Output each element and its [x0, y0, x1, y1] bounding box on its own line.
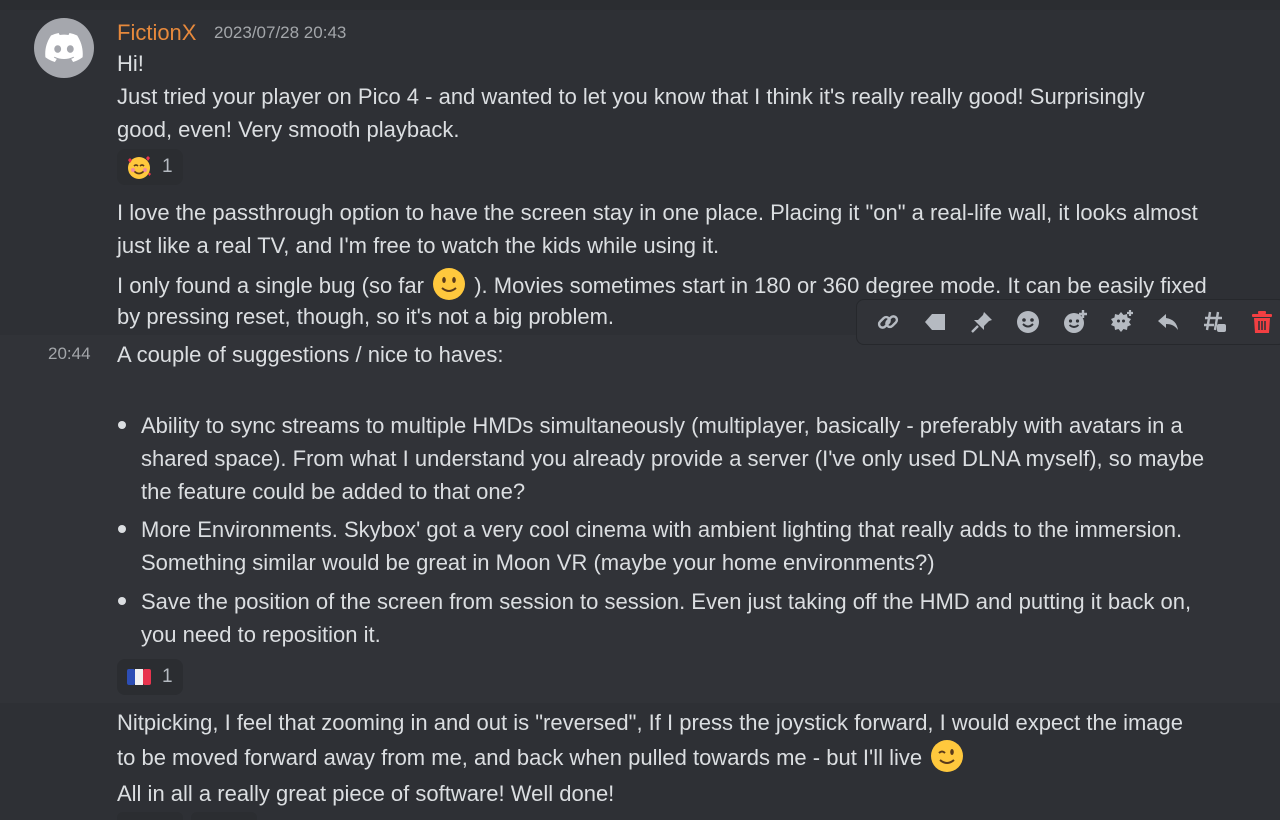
reaction-count: 1 — [162, 156, 173, 177]
list-item-line: the feature could be added to that one? — [141, 479, 526, 504]
link-icon — [878, 315, 899, 329]
user-avatar[interactable] — [34, 18, 94, 78]
list-item-line: shared space). From what I understand yo… — [141, 446, 1205, 471]
message-text: to be moved forward away from me, and ba… — [117, 745, 923, 770]
slightly-smiling-face-emoji — [433, 268, 466, 300]
list-item-line: Something similar would be great in Moon… — [141, 550, 935, 575]
emoji-icon — [1017, 311, 1040, 333]
reaction-smiling-hearts[interactable]: 1 — [117, 149, 183, 185]
message-line: A couple of suggestions / nice to haves: — [117, 342, 504, 367]
pin-button[interactable] — [958, 300, 1005, 344]
reaction-count: 1 — [162, 666, 173, 687]
tag-button[interactable] — [912, 300, 959, 344]
list-item-line: you need to reposition it. — [141, 622, 381, 647]
reaction-peek[interactable] — [117, 812, 183, 820]
message-text: ). Movies sometimes start in 180 or 360 … — [474, 273, 1207, 298]
message-line: I only found a single bug (so far ). Mov… — [117, 267, 1207, 302]
message-line: I love the passthrough option to have th… — [117, 200, 1198, 225]
tag-icon — [925, 314, 945, 330]
message-line: Hi! — [117, 51, 144, 76]
reaction-flag-france[interactable]: 1 — [117, 659, 183, 695]
message-actions-toolbar — [856, 299, 1280, 345]
message-line: just like a real TV, and I'm free to wat… — [117, 233, 720, 258]
reply-icon — [1158, 314, 1179, 330]
smiling-face-with-hearts-emoji — [128, 156, 151, 179]
copy-link-button[interactable] — [865, 300, 912, 344]
add-reaction-button[interactable] — [1052, 300, 1099, 344]
message-line: Just tried your player on Pico 4 - and w… — [117, 84, 1145, 109]
discord-logo-icon — [45, 33, 83, 62]
winking-face-emoji — [931, 740, 964, 772]
reply-button[interactable] — [1145, 300, 1192, 344]
message-line: Nitpicking, I feel that zooming in and o… — [117, 710, 1184, 735]
message-line: by pressing reset, though, so it's not a… — [117, 304, 615, 329]
list-item-line: Ability to sync streams to multiple HMDs… — [141, 413, 1183, 438]
username[interactable]: FictionX — [117, 16, 196, 49]
bullet — [118, 421, 126, 429]
create-thread-button[interactable] — [1192, 300, 1239, 344]
channel-header-edge — [0, 0, 1280, 10]
pin-icon — [970, 312, 992, 333]
message-line: to be moved forward away from me, and ba… — [117, 739, 966, 774]
message-text: I only found a single bug (so far — [117, 273, 424, 298]
delete-icon — [1251, 311, 1272, 333]
flag-france-emoji — [127, 669, 151, 685]
reaction-peek[interactable] — [191, 812, 257, 820]
delete-message-button[interactable] — [1238, 300, 1280, 344]
bullet — [118, 597, 126, 605]
message-timestamp[interactable]: 2023/07/28 20:43 — [214, 20, 346, 46]
super-reaction-button[interactable] — [1098, 300, 1145, 344]
super-reaction-icon — [1110, 310, 1133, 332]
bullet — [118, 525, 126, 533]
add-reaction-icon — [1064, 310, 1088, 333]
emoji-button[interactable] — [1005, 300, 1052, 344]
list-item-line: More Environments. Skybox' got a very co… — [141, 517, 1183, 542]
hover-timestamp[interactable]: 20:44 — [48, 340, 91, 368]
message-line: good, even! Very smooth playback. — [117, 117, 460, 142]
list-item-line: Save the position of the screen from ses… — [141, 589, 1192, 614]
message-line: All in all a really great piece of softw… — [117, 781, 615, 806]
thread-icon — [1204, 311, 1227, 332]
